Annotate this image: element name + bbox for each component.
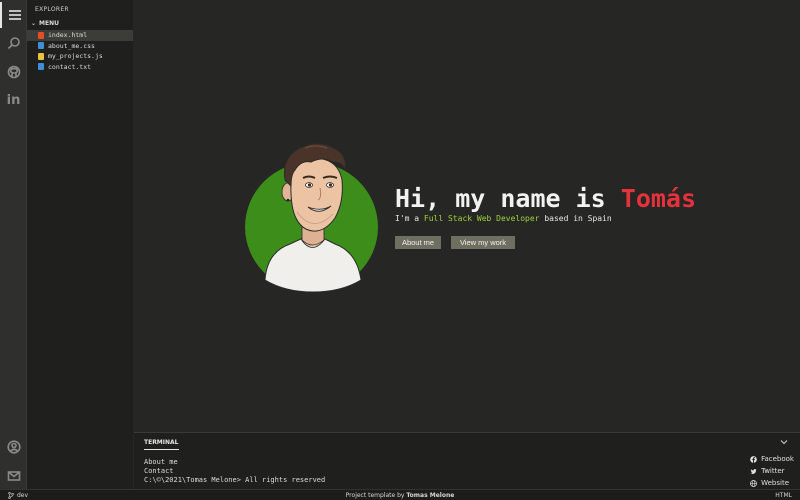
facebook-icon: [750, 455, 757, 463]
file-list: index.html about_me.css my_projects.js c…: [27, 30, 133, 72]
file-item-about-me-css[interactable]: about_me.css: [27, 41, 133, 52]
explorer-title: EXPLORER: [35, 6, 69, 13]
tab-terminal[interactable]: TERMINAL: [144, 439, 179, 450]
activity-bar: in: [0, 0, 27, 489]
menu-icon[interactable]: [0, 2, 27, 28]
terminal-panel: TERMINAL About me Contact C:\©\2021\Toma…: [134, 432, 800, 489]
chevron-down-icon: ⌄: [31, 20, 37, 27]
facebook-label: Facebook: [761, 455, 794, 463]
js-file-icon: [38, 52, 44, 60]
portfolio-app: in EXPLORER ⌄ MENU index.html about_me.c…: [0, 0, 800, 500]
twitter-link[interactable]: Twitter: [750, 465, 794, 477]
status-bar: dev Project template by Tomas Melone HTM…: [0, 489, 800, 500]
website-link[interactable]: Website: [750, 477, 794, 489]
credit-author: Tomas Melone: [406, 492, 455, 499]
terminal-prompt-line: C:\©\2021\Tomas Melone> All rights reser…: [144, 476, 326, 484]
file-item-my-projects-js[interactable]: my_projects.js: [27, 51, 133, 62]
credit-prefix: Project template by: [345, 492, 407, 499]
terminal-link-about[interactable]: About me: [144, 458, 325, 467]
social-links: Facebook Twitter Website: [750, 453, 794, 489]
chevron-down-icon[interactable]: [780, 438, 788, 446]
file-name: contact.txt: [48, 62, 92, 71]
explorer-section-menu[interactable]: ⌄ MENU: [31, 20, 59, 27]
html-file-icon: [38, 31, 44, 39]
facebook-link[interactable]: Facebook: [750, 453, 794, 465]
file-name: my_projects.js: [48, 52, 103, 61]
account-icon[interactable]: [0, 434, 27, 460]
language-indicator[interactable]: HTML: [775, 492, 792, 499]
avatar: [245, 140, 380, 292]
hero-section: Hi, my name is Tomás I'm a Full Stack We…: [245, 140, 705, 295]
search-icon[interactable]: [0, 30, 27, 56]
twitter-icon: [750, 468, 757, 474]
file-name: about_me.css: [48, 41, 95, 50]
subtitle-suffix: based in Spain: [539, 214, 612, 223]
file-name: index.html: [48, 31, 88, 40]
main-view: Hi, my name is Tomás I'm a Full Stack We…: [134, 0, 800, 432]
hero-subtitle: I'm a Full Stack Web Developer based in …: [395, 214, 612, 223]
greeting-prefix: Hi, my name is: [395, 184, 621, 213]
hero-role: Full Stack Web Developer: [423, 214, 540, 223]
css-file-icon: [38, 42, 44, 50]
terminal-link-contact[interactable]: Contact: [144, 467, 325, 476]
explorer-sidebar: EXPLORER ⌄ MENU index.html about_me.css …: [27, 0, 133, 489]
terminal-output: About me Contact C:\©\2021\Tomas Melone>…: [144, 458, 325, 485]
subtitle-prefix: I'm a: [395, 214, 424, 223]
view-my-work-button[interactable]: View my work: [451, 236, 515, 249]
hero-name: Tomás: [620, 184, 697, 213]
linkedin-text: in: [6, 92, 21, 108]
file-item-contact-txt[interactable]: contact.txt: [27, 62, 133, 73]
hero-heading: Hi, my name is Tomás: [395, 184, 696, 213]
section-label: MENU: [39, 20, 59, 27]
twitter-label: Twitter: [761, 467, 785, 475]
mail-icon[interactable]: [0, 463, 27, 489]
linkedin-icon[interactable]: in: [0, 87, 27, 113]
github-icon[interactable]: [0, 59, 27, 85]
globe-icon: [750, 479, 758, 487]
txt-file-icon: [38, 63, 44, 71]
file-item-index-html[interactable]: index.html: [27, 30, 133, 41]
avatar-illustration: [264, 143, 362, 292]
website-label: Website: [761, 479, 789, 487]
status-credit: Project template by Tomas Melone: [0, 492, 800, 499]
about-me-button[interactable]: About me: [395, 236, 441, 249]
